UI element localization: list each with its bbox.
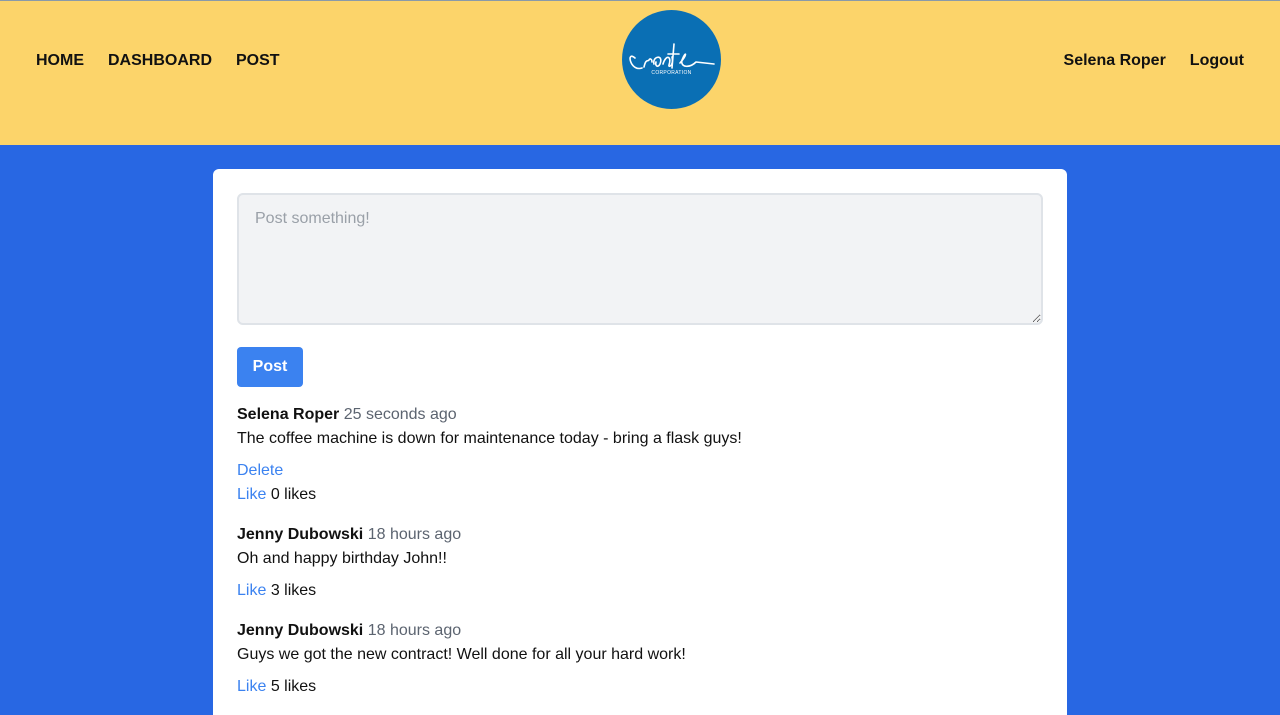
primary-nav: HOME DASHBOARD POST <box>36 51 280 71</box>
like-link[interactable]: Like <box>237 678 266 695</box>
nav-dashboard-link[interactable]: DASHBOARD <box>108 51 212 71</box>
post-item: Selena Roper 25 seconds ago The coffee m… <box>237 403 1043 507</box>
post-composer-textarea[interactable] <box>237 193 1043 325</box>
like-link[interactable]: Like <box>237 486 266 503</box>
user-nav: Selena Roper Logout <box>1064 51 1244 71</box>
feed-card: Post Selena Roper 25 seconds ago The cof… <box>213 169 1067 715</box>
nav-home-link[interactable]: HOME <box>36 51 84 71</box>
post-author: Jenny Dubowski <box>237 526 364 543</box>
user-name-link[interactable]: Selena Roper <box>1064 51 1166 71</box>
post-body: The coffee machine is down for maintenan… <box>237 430 742 447</box>
post-body: Guys we got the new contract! Well done … <box>237 646 686 663</box>
nav-post-link[interactable]: POST <box>236 51 280 71</box>
like-count: 0 likes <box>270 486 317 503</box>
post-header: Jenny Dubowski 18 hours ago <box>237 619 1043 643</box>
post-author: Selena Roper <box>237 406 340 423</box>
top-navbar: HOME DASHBOARD POST CORPORATION Selena R… <box>0 0 1280 145</box>
like-count: 3 likes <box>270 582 317 599</box>
post-body: Oh and happy birthday John!! <box>237 550 447 567</box>
post-author: Jenny Dubowski <box>237 622 364 639</box>
delete-post-link[interactable]: Delete <box>237 462 283 479</box>
like-link[interactable]: Like <box>237 582 266 599</box>
logo-script-graphic <box>629 43 715 70</box>
post-actions: Like 3 likes <box>237 579 1043 603</box>
post-actions: Like 5 likes <box>237 675 1043 699</box>
logo-subtext: CORPORATION <box>651 70 692 76</box>
company-logo[interactable]: CORPORATION <box>622 10 721 109</box>
like-count: 5 likes <box>270 678 317 695</box>
post-item: Jenny Dubowski 18 hours ago Oh and happy… <box>237 523 1043 603</box>
post-header: Jenny Dubowski 18 hours ago <box>237 523 1043 547</box>
post-timestamp: 25 seconds ago <box>343 406 457 423</box>
post-list: Selena Roper 25 seconds ago The coffee m… <box>237 403 1043 699</box>
post-item: Jenny Dubowski 18 hours ago Guys we got … <box>237 619 1043 699</box>
logout-link[interactable]: Logout <box>1190 51 1244 71</box>
post-timestamp: 18 hours ago <box>367 526 462 543</box>
post-timestamp: 18 hours ago <box>367 622 462 639</box>
post-actions: Like 0 likes <box>237 483 1043 507</box>
post-header: Selena Roper 25 seconds ago <box>237 403 1043 427</box>
post-submit-button[interactable]: Post <box>237 347 303 387</box>
